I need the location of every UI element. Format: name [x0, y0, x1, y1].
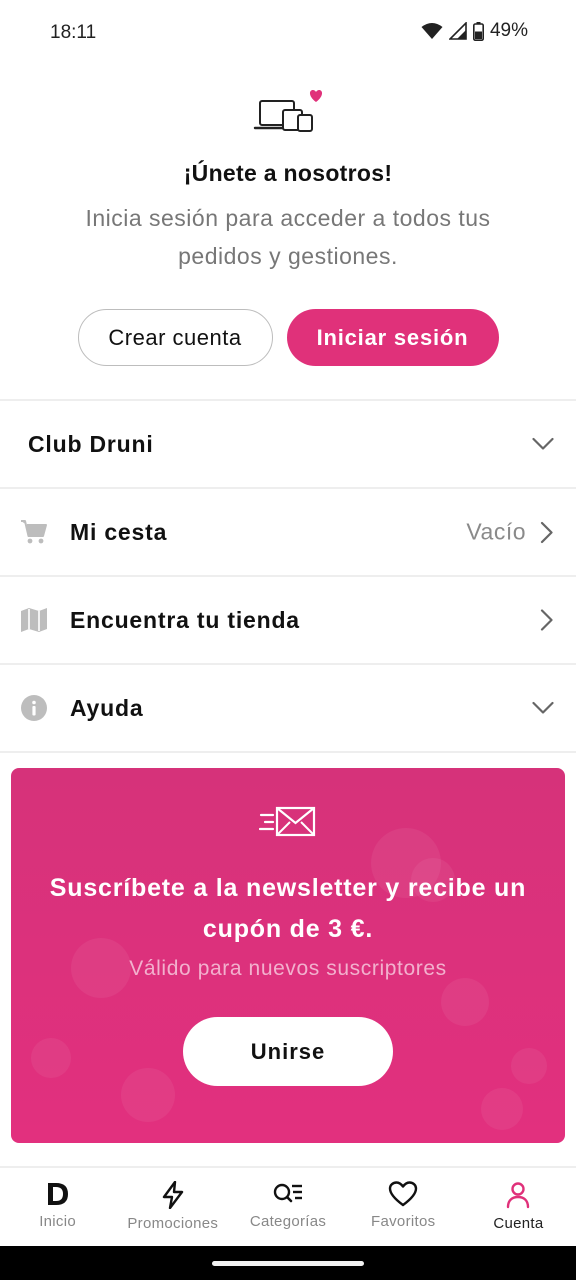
chevron-right-icon [540, 609, 553, 631]
nav-item-cuenta[interactable]: Cuenta [461, 1168, 576, 1246]
nav-item-promociones[interactable]: Promociones [115, 1168, 230, 1246]
cart-icon [21, 520, 47, 544]
join-title: ¡Únete a nosotros! [183, 160, 393, 186]
druni-logo-icon [47, 1183, 68, 1205]
newsletter-banner: Suscríbete a la newsletter y recibe un c… [11, 768, 565, 1143]
decorative-bubble [481, 1088, 523, 1130]
cart-row[interactable]: Mi cesta Vacío [0, 489, 576, 577]
status-time: 18:11 [50, 22, 97, 43]
decorative-bubble [441, 978, 489, 1026]
home-gesture-pill[interactable] [212, 1261, 364, 1266]
user-icon [507, 1182, 530, 1209]
status-bar: 18:11 49% [0, 0, 576, 66]
heart-icon [389, 1181, 418, 1207]
nav-item-inicio[interactable]: Inicio [0, 1168, 115, 1246]
newsletter-title: Suscríbete a la newsletter y recibe un c… [49, 874, 527, 943]
envelope-icon [259, 806, 316, 837]
status-icons: 49% [421, 20, 528, 42]
help-label: Ayuda [70, 694, 144, 721]
account-menu: Club Druni Mi cesta Vacío Encuentra tu t… [0, 399, 576, 753]
chevron-right-icon [540, 521, 553, 543]
join-subtitle: Inicia sesión para acceder a todos tus p… [85, 205, 491, 269]
create-account-button[interactable]: Crear cuenta [77, 309, 273, 366]
map-icon [21, 608, 47, 632]
club-druni-label: Club Druni [28, 430, 154, 457]
lightning-icon [162, 1181, 183, 1209]
nav-label: Categorías [249, 1213, 327, 1230]
battery-icon [472, 21, 484, 41]
nav-label: Inicio [39, 1213, 77, 1230]
category-search-icon [273, 1183, 302, 1203]
nav-label: Promociones [127, 1215, 219, 1232]
battery-percent: 49% [489, 20, 528, 41]
help-row[interactable]: Ayuda [0, 665, 576, 753]
info-icon [21, 695, 47, 721]
cart-label: Mi cesta [70, 518, 168, 545]
bottom-navigation: Inicio Promociones Categorías Favoritos … [0, 1166, 576, 1246]
chevron-down-icon [532, 701, 554, 714]
decorative-bubble [31, 1038, 71, 1078]
join-section: ¡Únete a nosotros! Inicia sesión para ac… [0, 88, 576, 275]
club-druni-row[interactable]: Club Druni [0, 401, 576, 489]
login-button[interactable]: Iniciar sesión [286, 309, 499, 366]
cart-status: Vacío [466, 518, 526, 545]
gesture-bar [0, 1246, 576, 1280]
nav-label: Favoritos [371, 1213, 436, 1230]
signal-icon [448, 22, 467, 40]
chevron-down-icon [532, 437, 554, 450]
nav-item-favoritos[interactable]: Favoritos [346, 1168, 461, 1246]
decorative-bubble [511, 1048, 547, 1084]
devices-heart-icon [253, 90, 323, 132]
nav-item-categorias[interactable]: Categorías [230, 1168, 345, 1246]
join-newsletter-button[interactable]: Unirse [183, 1017, 393, 1086]
auth-buttons: Crear cuenta Iniciar sesión [0, 309, 576, 366]
decorative-bubble [121, 1068, 175, 1122]
nav-label: Cuenta [493, 1215, 544, 1232]
find-store-label: Encuentra tu tienda [70, 606, 300, 633]
find-store-row[interactable]: Encuentra tu tienda [0, 577, 576, 665]
wifi-icon [421, 23, 443, 39]
newsletter-subtitle: Válido para nuevos suscriptores [129, 957, 447, 980]
